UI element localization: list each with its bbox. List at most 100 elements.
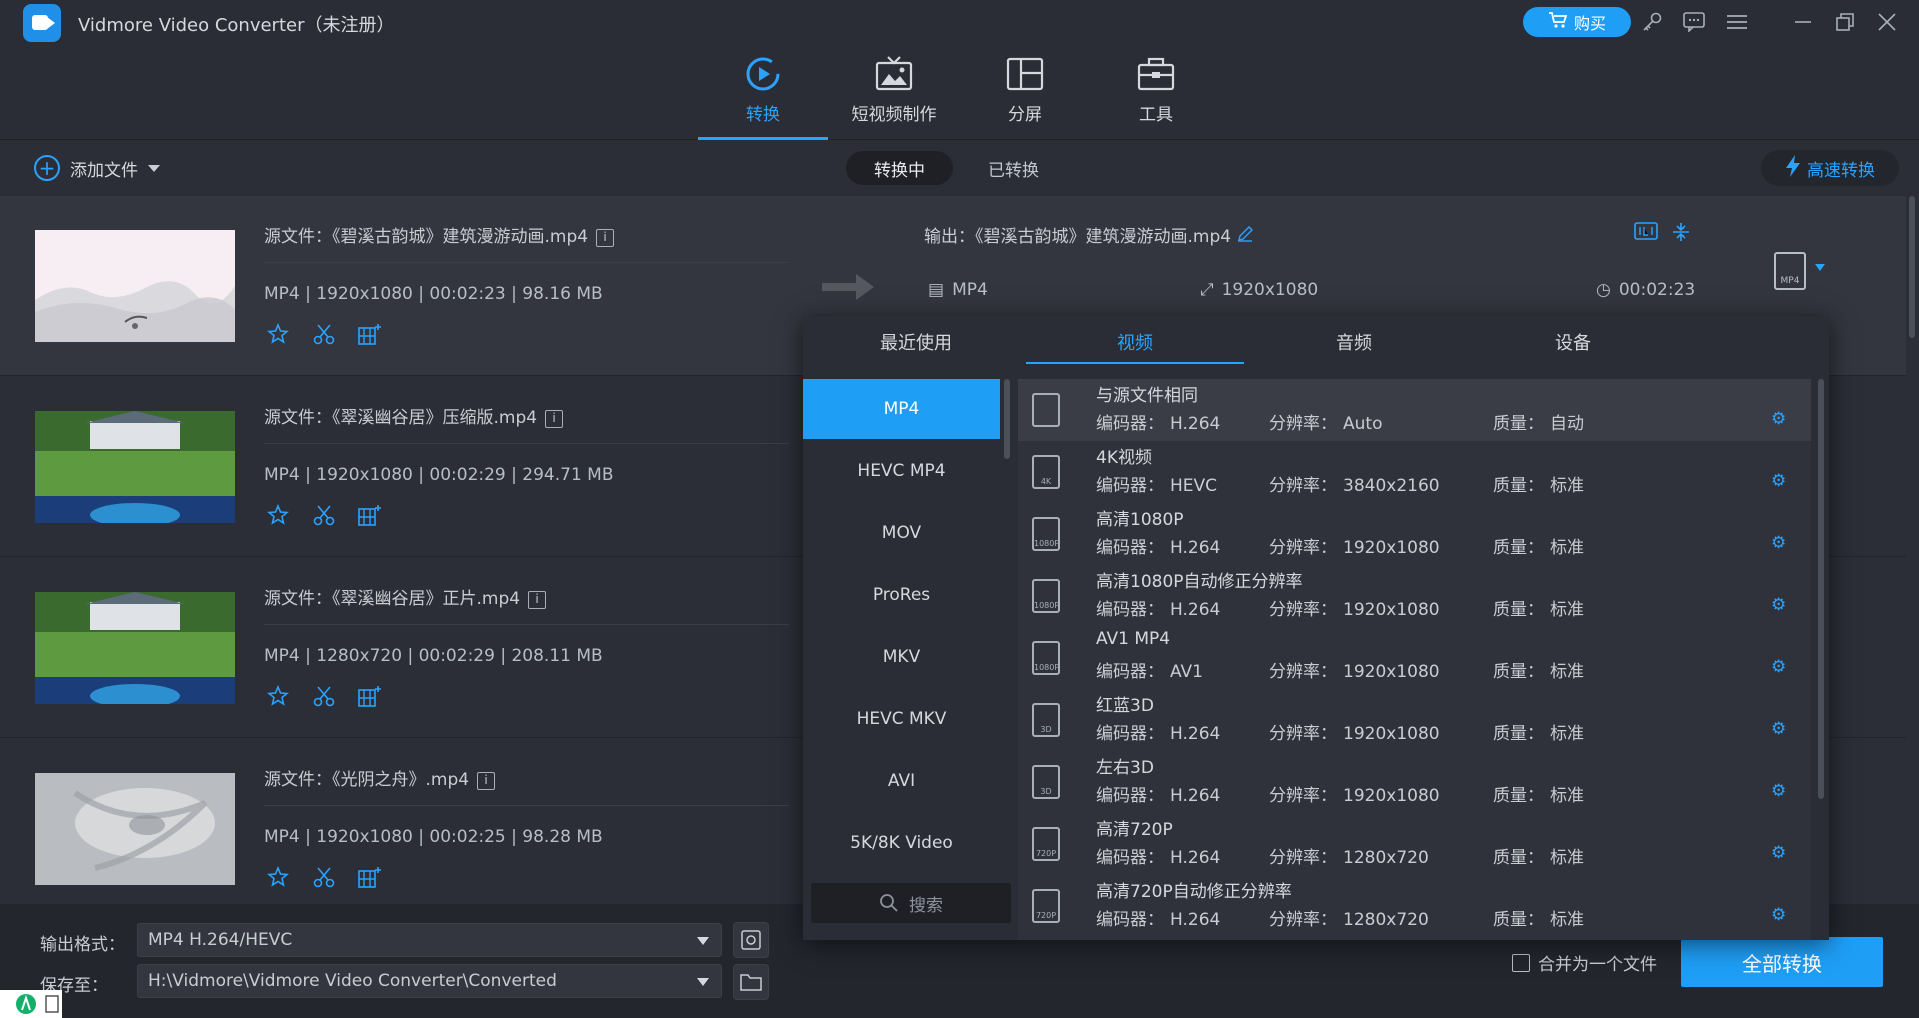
category-mov[interactable]: MOV: [803, 503, 1000, 563]
info-icon[interactable]: i: [477, 772, 496, 790]
gear-icon[interactable]: ⚙: [1771, 781, 1786, 801]
preset-item[interactable]: 与源文件相同 编码器： H.264 分辨率： Auto 质量： 自动 ⚙: [1018, 379, 1811, 441]
search-icon: [880, 894, 898, 912]
format-search-input[interactable]: 搜索: [811, 883, 1011, 923]
tab-mv[interactable]: 短视频制作: [829, 54, 959, 140]
gear-icon[interactable]: ⚙: [1771, 471, 1786, 491]
video-thumbnail[interactable]: [35, 230, 235, 342]
compress-icon[interactable]: [1672, 222, 1690, 247]
cut-icon[interactable]: [312, 503, 336, 527]
info-icon[interactable]: i: [596, 229, 615, 247]
output-format-select[interactable]: MP4 H.264/HEVC: [137, 923, 722, 957]
preset-codec: 编码器： H.264: [1096, 414, 1221, 434]
minimize-icon[interactable]: [1789, 8, 1817, 36]
fast-convert-button[interactable]: 高速转换: [1761, 150, 1899, 186]
category-avi[interactable]: AVI: [803, 751, 1000, 811]
chevron-down-icon: [697, 978, 709, 986]
cut-icon[interactable]: [312, 865, 336, 889]
info-icon[interactable]: i: [528, 591, 547, 609]
preset-item[interactable]: 1080P AV1 MP4 编码器： AV1 分辨率： 1920x1080 质量： 标准 ⚙: [1018, 627, 1811, 689]
cut-icon[interactable]: [312, 322, 336, 346]
menu-icon[interactable]: [1723, 8, 1751, 36]
enhance-icon[interactable]: [266, 684, 290, 708]
buy-button[interactable]: 购买: [1523, 7, 1631, 37]
merge-checkbox[interactable]: 合并为一个文件: [1512, 950, 1657, 975]
edit-effects-icon[interactable]: [358, 322, 382, 346]
edit-effects-icon[interactable]: [358, 503, 382, 527]
preset-quality: 质量： 自动: [1493, 414, 1584, 434]
preset-item[interactable]: 1080P 高清1080P 编码器： H.264 分辨率： 1920x1080 质量： 标准 ⚙: [1018, 503, 1811, 565]
gear-icon[interactable]: ⚙: [1771, 843, 1786, 863]
format-settings-button[interactable]: [733, 922, 769, 958]
category-mkv[interactable]: MKV: [803, 627, 1000, 687]
enhance-icon[interactable]: [266, 865, 290, 889]
category-mp4[interactable]: MP4: [803, 379, 1000, 439]
close-icon[interactable]: [1873, 8, 1901, 36]
preset-item[interactable]: 1080P 高清1080P自动修正分辨率 编码器： H.264 分辨率： 1920x108…: [1018, 565, 1811, 627]
scroll-thumb[interactable]: [1909, 196, 1915, 338]
tab-converting[interactable]: 转换中: [846, 151, 953, 185]
category-prores[interactable]: ProRes: [803, 565, 1000, 625]
info-icon[interactable]: i: [545, 410, 564, 428]
pencil-icon[interactable]: [1237, 226, 1254, 247]
file-list-scrollbar[interactable]: [1906, 196, 1919, 904]
open-folder-button[interactable]: [733, 964, 769, 1000]
tab-convert[interactable]: 转换: [698, 54, 828, 140]
preset-item[interactable]: 3D 左右3D 编码器： H.264 分辨率： 1920x1080 质量： 标准 ⚙: [1018, 751, 1811, 813]
output-actions: [1634, 222, 1690, 247]
video-thumbnail[interactable]: [35, 773, 235, 885]
category-5k8k[interactable]: 5K/8K Video: [803, 813, 1000, 873]
category-hevc-mkv[interactable]: HEVC MKV: [803, 689, 1000, 749]
preset-item[interactable]: 720P 高清720P 编码器： H.264 分辨率： 1280x720 质量： 标准 ⚙: [1018, 813, 1811, 875]
gear-icon[interactable]: ⚙: [1771, 905, 1786, 925]
tab-video[interactable]: 视频: [1026, 316, 1244, 368]
tab-converted[interactable]: 已转换: [960, 151, 1067, 185]
gear-icon[interactable]: ⚙: [1771, 719, 1786, 739]
preset-item[interactable]: 720P 高清720P自动修正分辨率 编码器： H.264 分辨率： 1280x720 质量…: [1018, 875, 1811, 937]
category-hevc-mp4[interactable]: HEVC MP4: [803, 441, 1000, 501]
chevron-down-icon: [697, 937, 709, 945]
row-tools: [266, 865, 382, 889]
video-thumbnail[interactable]: [35, 411, 235, 523]
chevron-down-icon[interactable]: [1815, 264, 1825, 271]
preset-item[interactable]: 4K 4K视频 编码器： HEVC 分辨率： 3840x2160 质量： 标准 ⚙: [1018, 441, 1811, 503]
tab-device[interactable]: 设备: [1464, 316, 1682, 368]
gear-icon[interactable]: ⚙: [1771, 595, 1786, 615]
checkbox-icon: [1512, 953, 1530, 972]
tab-collage[interactable]: 分屏: [960, 54, 1090, 140]
resize-icon: ⤢: [1200, 280, 1214, 300]
edit-effects-icon[interactable]: [358, 684, 382, 708]
output-format-badge[interactable]: MP4: [1774, 252, 1806, 290]
save-path-field[interactable]: H:\Vidmore\Vidmore Video Converter\Conve…: [137, 964, 722, 998]
feedback-icon[interactable]: [1680, 8, 1708, 36]
gear-icon[interactable]: ⚙: [1771, 533, 1786, 553]
restore-icon[interactable]: [1831, 8, 1859, 36]
convert-all-button[interactable]: 全部转换: [1681, 937, 1883, 987]
preset-name: 4K视频: [1096, 448, 1152, 468]
add-file-button[interactable]: + 添加文件: [34, 155, 160, 181]
cut-icon[interactable]: [312, 684, 336, 708]
media-info-icon[interactable]: [1634, 222, 1658, 247]
enhance-icon[interactable]: [266, 503, 290, 527]
video-thumbnail[interactable]: [35, 592, 235, 704]
tab-audio[interactable]: 音频: [1245, 316, 1463, 368]
edit-effects-icon[interactable]: [358, 865, 382, 889]
format-preset-icon: 1080P: [1032, 641, 1060, 675]
buy-label: 购买: [1573, 14, 1606, 33]
category-scrollbar[interactable]: [1004, 379, 1010, 459]
gear-icon[interactable]: ⚙: [1771, 657, 1786, 677]
preset-item[interactable]: 3D 红蓝3D 编码器： H.264 分辨率： 1920x1080 质量： 标准 ⚙: [1018, 689, 1811, 751]
tab-toolbox[interactable]: 工具: [1091, 54, 1221, 140]
tab-recent[interactable]: 最近使用: [807, 316, 1025, 368]
preset-scrollbar[interactable]: [1818, 379, 1824, 799]
output-format-value: MP4 H.264/HEVC: [148, 930, 293, 950]
preset-quality: 质量： 标准: [1493, 910, 1584, 930]
tab-collage-label: 分屏: [1008, 105, 1042, 125]
key-icon[interactable]: [1638, 8, 1666, 36]
tray-icon[interactable]: [0, 990, 62, 1018]
enhance-icon[interactable]: [266, 322, 290, 346]
row-tools: [266, 503, 382, 527]
gear-icon[interactable]: ⚙: [1771, 409, 1786, 429]
preset-codec: 编码器： H.264: [1096, 786, 1221, 806]
mv-icon: [874, 54, 914, 94]
